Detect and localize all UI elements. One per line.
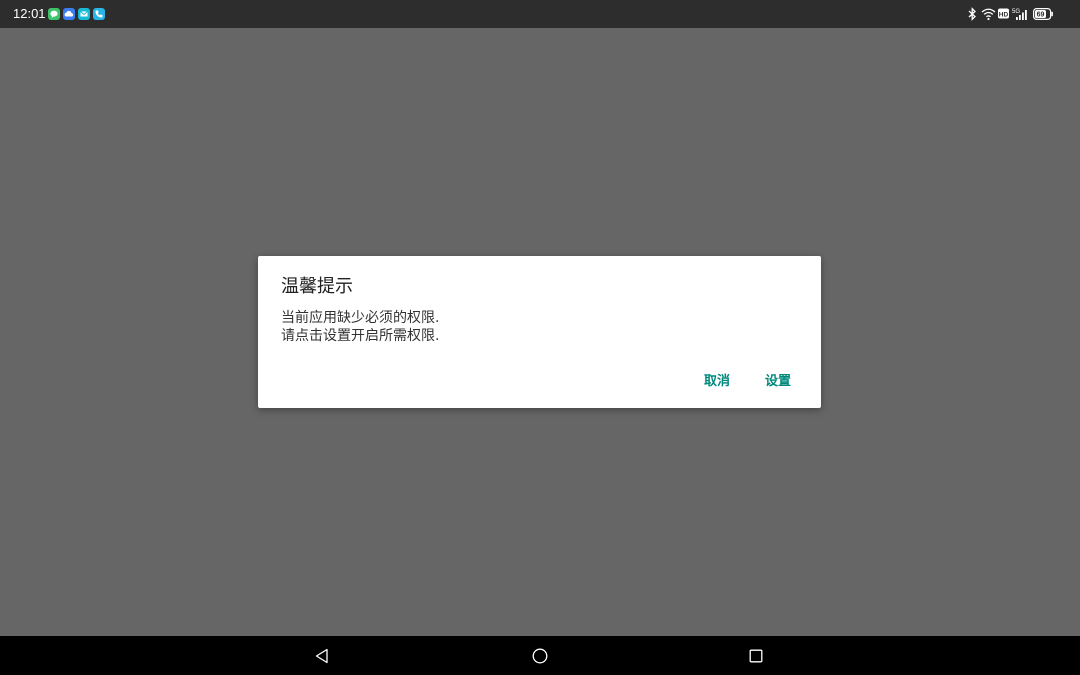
cloud-app-icon [63,8,75,20]
navigation-bar [0,636,1080,675]
status-bar: 12:01 HD 5G 69 [0,0,1080,28]
svg-text:HD: HD [999,11,1009,18]
status-time: 12:01 [13,6,46,21]
permission-dialog: 温馨提示 当前应用缺少必须的权限. 请点击设置开启所需权限. 取消 设置 [258,256,821,408]
mail-app-icon [78,8,90,20]
svg-text:69: 69 [1037,12,1045,19]
signal-5g-icon: 5G [1012,7,1030,21]
hd-icon: HD [998,8,1009,19]
system-icons: HD 5G 69 [968,7,1068,21]
recents-icon[interactable] [745,645,767,667]
dialog-title: 温馨提示 [281,276,353,297]
svg-text:5G: 5G [1012,9,1020,15]
wifi-icon [981,7,996,21]
home-icon[interactable] [529,645,551,667]
battery-icon: 69 [1033,8,1054,20]
settings-button[interactable]: 设置 [759,370,797,394]
dialog-message-line-2: 请点击设置开启所需权限. [281,328,440,344]
back-icon[interactable] [311,645,333,667]
phone-app-icon [93,8,105,20]
chat-app-icon [48,8,60,20]
bluetooth-icon [968,7,977,21]
cancel-button[interactable]: 取消 [698,370,736,394]
dialog-message-line-1: 当前应用缺少必须的权限. [281,310,440,326]
